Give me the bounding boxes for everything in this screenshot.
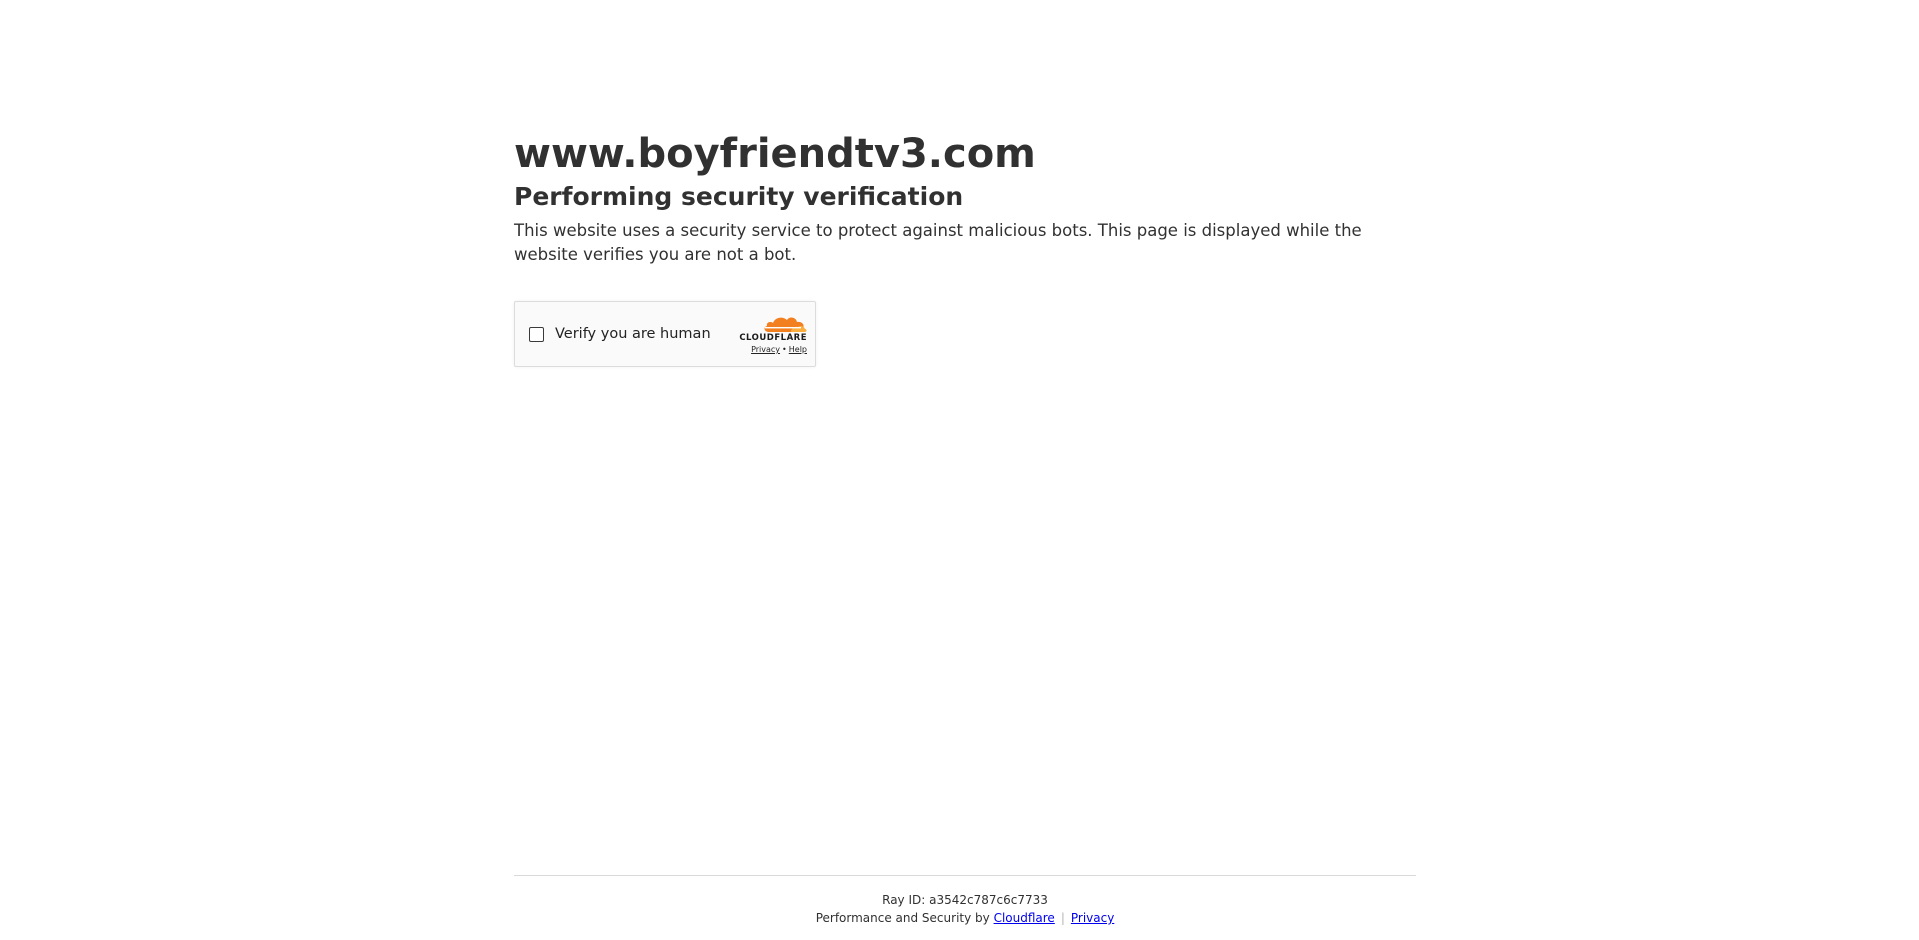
performance-label: Performance and Security by (815, 911, 994, 925)
performance-line: Performance and Security by Cloudflare | P… (514, 909, 1416, 927)
cloudflare-link[interactable]: Cloudflare (994, 911, 1055, 925)
site-title: www.boyfriendtv3.com (514, 131, 1036, 177)
ray-id-label: Ray ID: (882, 893, 930, 907)
page-subtitle: Performing security verification (514, 182, 964, 211)
cloudflare-wordmark: CLOUDFLARE (739, 333, 807, 343)
verify-checkbox[interactable] (529, 327, 544, 342)
page: www.boyfriendtv3.com Performing security… (0, 0, 1919, 940)
main-content: www.boyfriendtv3.com Performing security… (514, 128, 1416, 367)
widget-links-separator: • (782, 345, 787, 354)
widget-links: Privacy • Help (729, 344, 807, 355)
footer-privacy-link[interactable]: Privacy (1071, 911, 1114, 925)
footer-separator: | (1060, 911, 1065, 925)
verify-label[interactable]: Verify you are human (555, 324, 711, 344)
turnstile-widget: Verify you are human CLOUDFLARE Privacy •… (514, 301, 816, 367)
footer: Ray ID: a3542c787c6c7733 Performance and… (514, 875, 1416, 927)
description-text: This website uses a security service to … (514, 221, 1362, 264)
ray-id-value: a3542c787c6c7733 (929, 893, 1048, 907)
widget-privacy-link[interactable]: Privacy (751, 345, 780, 354)
cloudflare-cloud-icon (764, 317, 807, 332)
ray-id-line: Ray ID: a3542c787c6c7733 (514, 891, 1416, 909)
cloudflare-brand: CLOUDFLARE Privacy • Help (729, 313, 807, 355)
widget-help-link[interactable]: Help (789, 345, 807, 354)
